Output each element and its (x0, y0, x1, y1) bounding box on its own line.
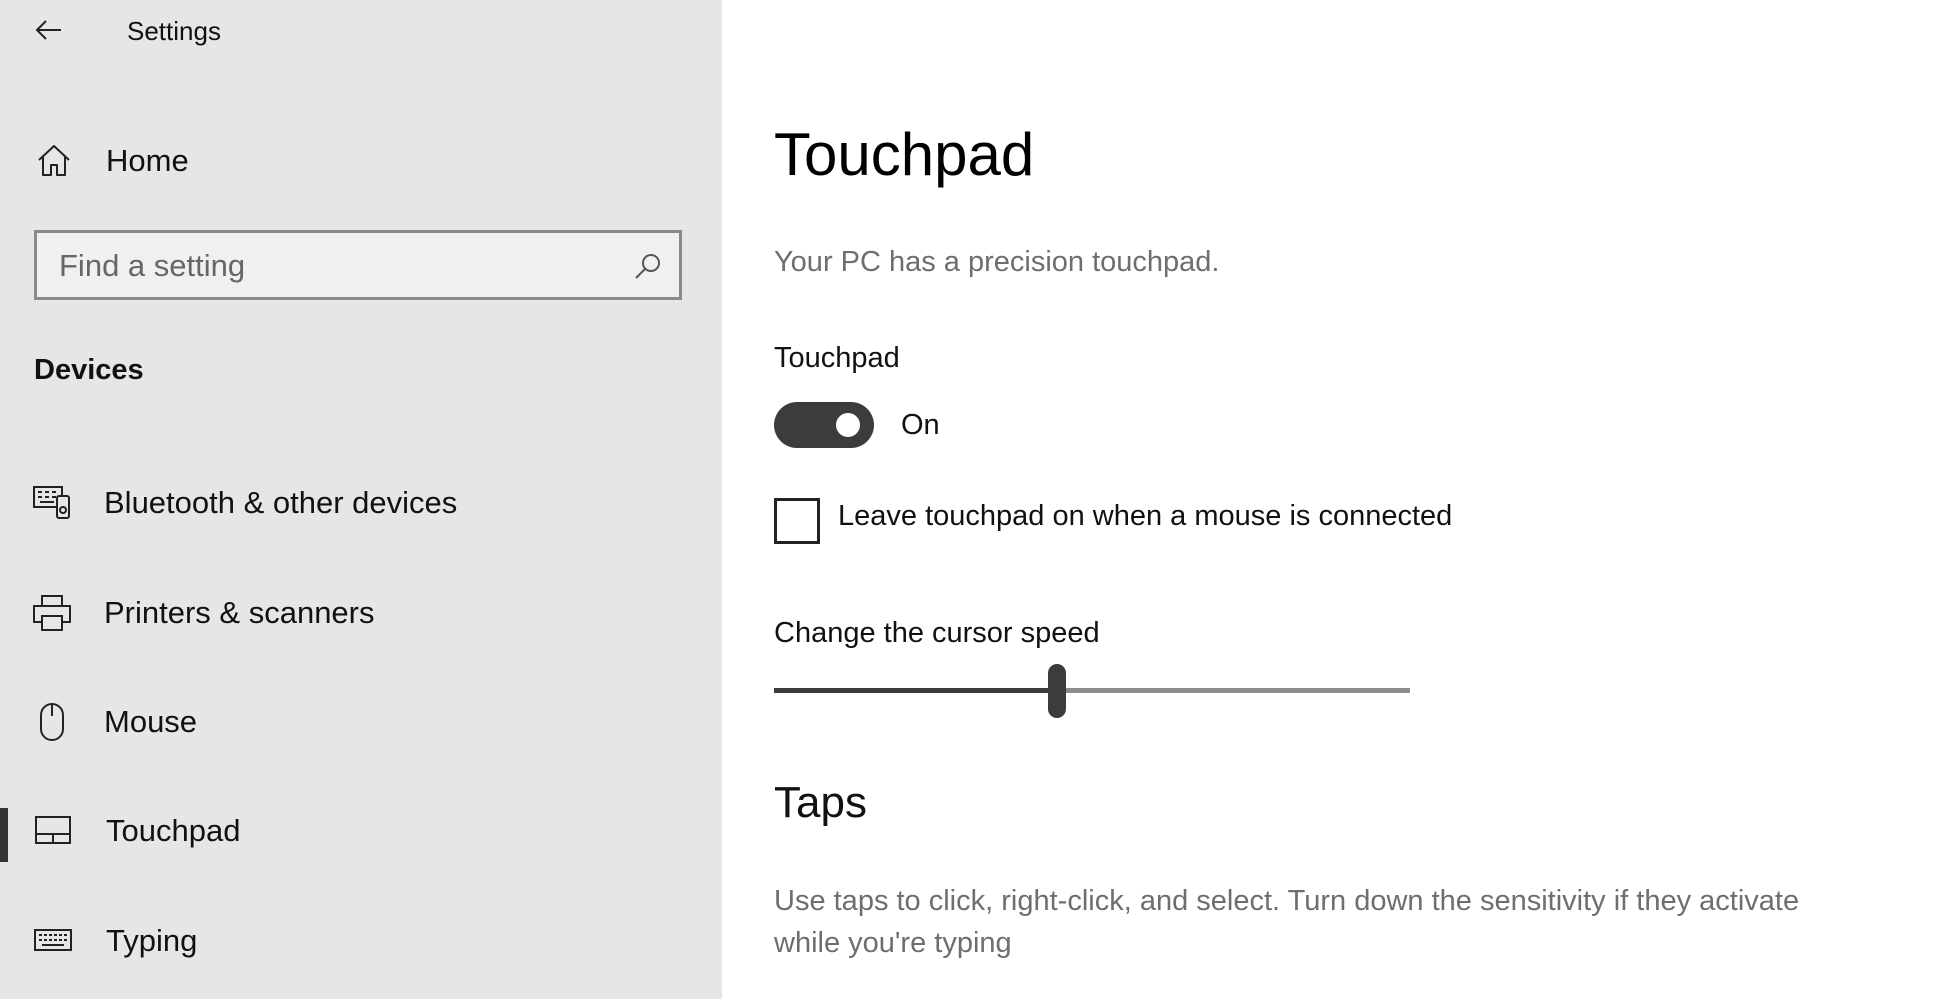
search-input[interactable] (57, 233, 601, 299)
sidebar-item-mouse[interactable]: Mouse (0, 677, 722, 767)
sidebar: Settings Home Devices Bluetooth & other … (0, 0, 722, 999)
sidebar-item-printers[interactable]: Printers & scanners (0, 568, 722, 658)
mouse-icon (30, 700, 74, 744)
sidebar-item-typing[interactable]: Typing (0, 896, 722, 986)
cursor-speed-slider[interactable] (774, 660, 1410, 720)
sidebar-item-bluetooth[interactable]: Bluetooth & other devices (0, 458, 722, 548)
sidebar-item-label: Printers & scanners (104, 595, 375, 630)
app-title: Settings (127, 16, 221, 46)
taps-description: Use taps to click, right-click, and sele… (774, 885, 1800, 959)
touchpad-icon (32, 809, 76, 853)
sidebar-item-label: Typing (106, 923, 198, 958)
home-icon (32, 139, 76, 183)
sidebar-item-label: Mouse (104, 704, 198, 739)
taps-section-title: Taps (774, 778, 867, 827)
search-icon[interactable] (633, 251, 663, 281)
leave-touchpad-on-checkbox[interactable] (774, 498, 820, 544)
sidebar-item-home[interactable]: Home (0, 116, 722, 206)
toggle-state-text: On (901, 409, 940, 441)
keyboard-icon (32, 919, 76, 963)
section-header: Devices (34, 354, 144, 386)
bluetooth-devices-icon (30, 481, 74, 525)
cursor-speed-label: Change the cursor speed (774, 617, 1100, 649)
touchpad-toggle-label: Touchpad (774, 342, 900, 374)
toggle-knob (836, 413, 860, 437)
page-title: Touchpad (774, 121, 1035, 188)
sidebar-item-touchpad[interactable]: Touchpad (0, 786, 722, 876)
touchpad-toggle[interactable] (774, 402, 874, 448)
sidebar-item-label: Bluetooth & other devices (104, 485, 458, 520)
selection-indicator (0, 808, 8, 862)
sidebar-item-label: Touchpad (106, 813, 241, 848)
slider-fill (774, 688, 1058, 693)
slider-thumb[interactable] (1048, 664, 1067, 718)
back-arrow-icon (35, 20, 61, 40)
sidebar-item-label: Home (106, 143, 189, 178)
back-button[interactable] (22, 8, 74, 52)
printer-icon (30, 591, 74, 635)
search-box[interactable] (34, 230, 682, 300)
checkbox-label[interactable]: Leave touchpad on when a mouse is connec… (838, 500, 1452, 533)
page-description: Your PC has a precision touchpad. (774, 246, 1220, 278)
